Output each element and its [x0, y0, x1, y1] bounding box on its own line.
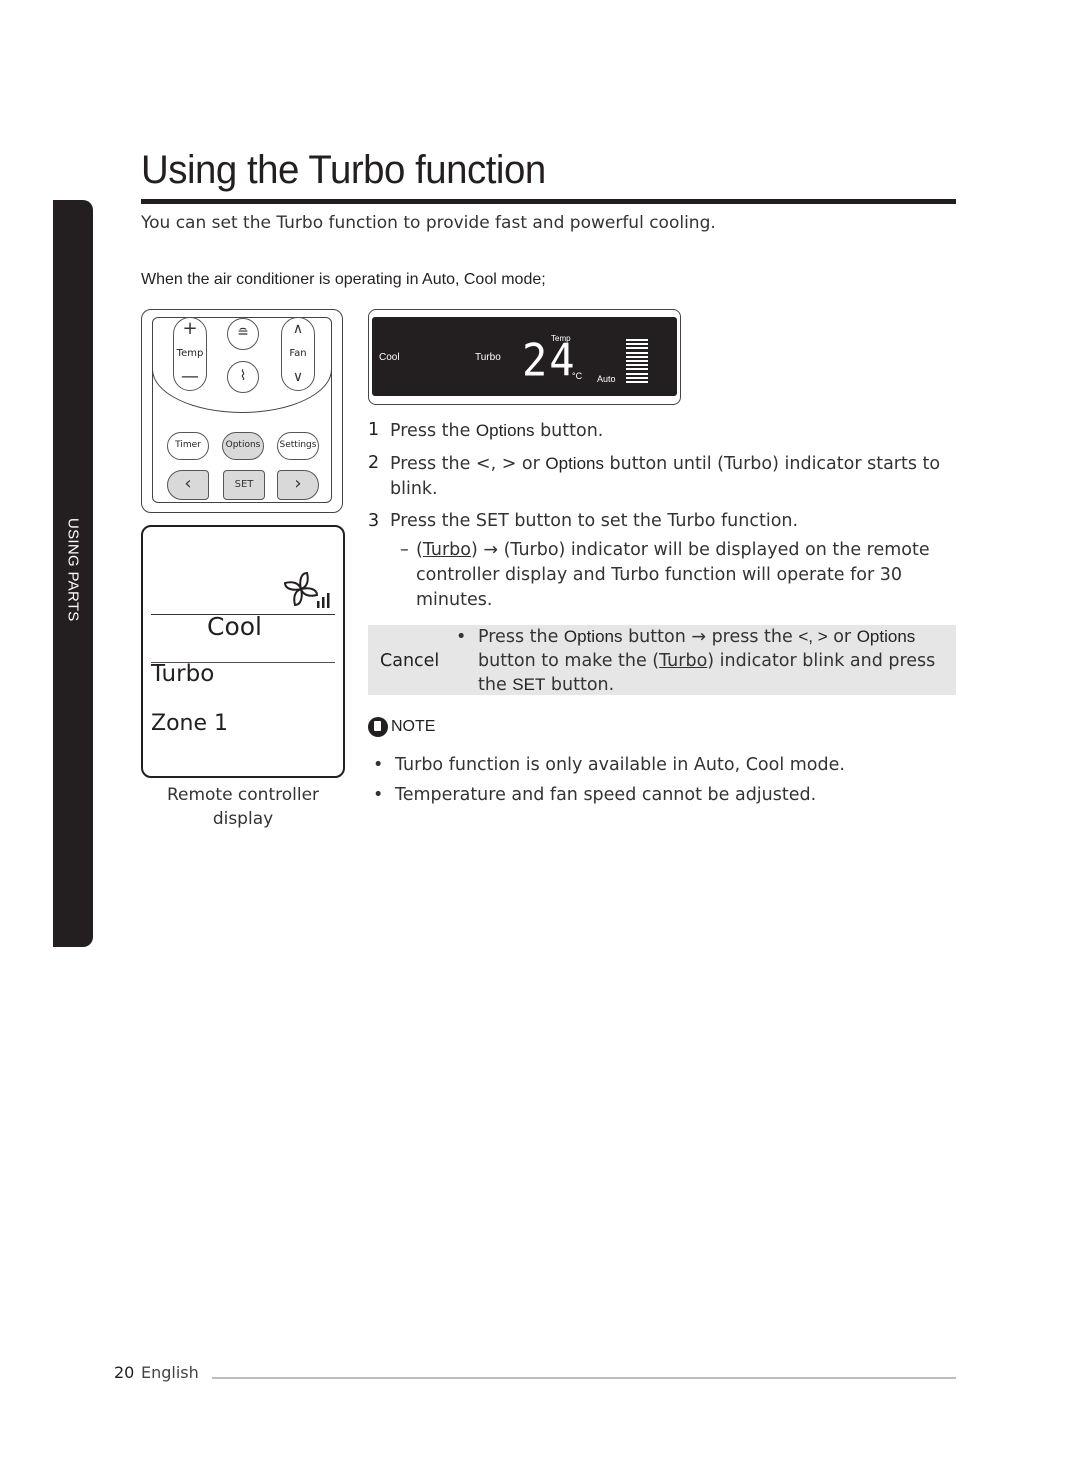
timer-button: Timer — [167, 432, 209, 460]
page-number: 20 — [114, 1363, 135, 1382]
note-list: • Turbo function is only available in Aut… — [368, 750, 958, 810]
options-term: Options — [475, 421, 535, 440]
remote-controller-illustration: + Temp — ≘ ⌇ ∧ Fan ∨ Timer Options Setti… — [141, 309, 343, 513]
fan-label: Fan — [289, 348, 307, 359]
options-term: Options — [856, 627, 916, 646]
step-text: Press the SET button to set the Turbo fu… — [390, 511, 799, 531]
temp-label: Temp — [176, 348, 204, 359]
step-number: 2 — [368, 453, 380, 473]
step-item: 3 Press the SET button to set the Turbo … — [368, 509, 948, 534]
dash: – — [400, 540, 409, 560]
step-text: Press the — [390, 421, 476, 441]
minus-icon: — — [181, 366, 199, 387]
section-side-tab: USING PARTS — [53, 200, 93, 947]
display-zone: Zone 1 — [151, 711, 228, 736]
display-function: Turbo — [151, 661, 215, 687]
cancel-text: button → press the — [622, 627, 799, 647]
turbo-term: Turbo — [422, 540, 471, 560]
note-item: • Temperature and fan speed cannot be adj… — [373, 785, 817, 805]
remote-display-illustration: Cool Turbo Zone 1 — [141, 525, 345, 778]
lcd-function: Turbo — [475, 352, 501, 363]
footer-language: English — [141, 1363, 199, 1382]
step-text: button. — [534, 421, 604, 441]
swing-icon: ≘ — [237, 325, 249, 341]
cancel-instructions: • Press the Options button → press the <… — [456, 625, 948, 697]
note-text: Temperature and fan speed cannot be adju… — [395, 785, 817, 805]
set-button: SET — [223, 470, 265, 500]
right-button: › — [277, 470, 319, 500]
fan-level-bars-icon — [626, 339, 648, 385]
cancel-text: Press the — [478, 627, 564, 647]
caption-line: Remote controller — [166, 785, 320, 805]
plus-icon: + — [182, 318, 198, 339]
fan-button: ∧ Fan ∨ — [281, 317, 315, 391]
cancel-text: button. — [545, 675, 615, 695]
chevron-left-icon: ‹ — [184, 473, 192, 494]
step-3-detail: – (Turbo) → (Turbo) indicator will be di… — [368, 538, 948, 613]
paren: ( — [416, 540, 423, 560]
set-term: SET — [512, 675, 546, 694]
windfree-button: ⌇ — [227, 361, 259, 393]
indoor-unit-display: Cool Turbo Temp 24 °C Auto — [368, 309, 681, 405]
fan-speed-icon — [283, 571, 330, 608]
intro-text: You can set the Turbo function to provid… — [141, 213, 716, 233]
lcd-panel: Cool Turbo Temp 24 °C Auto — [372, 317, 677, 396]
temp-button: + Temp — — [173, 317, 207, 391]
footer-rule — [212, 1377, 956, 1379]
step-item: 2 Press the <, > or Options button until… — [368, 451, 948, 502]
section-label: USING PARTS — [64, 518, 82, 622]
note-item: • Turbo function is only available in Aut… — [373, 755, 845, 775]
left-button: ‹ — [167, 470, 209, 500]
cancel-text: button to make the ( — [478, 651, 660, 671]
chevron-down-icon: ∨ — [292, 369, 304, 385]
options-term: Options — [563, 627, 623, 646]
options-button: Options — [222, 432, 264, 460]
detail-text: ) → (Turbo) indicator will be displayed … — [416, 540, 930, 610]
remote-button-panel: + Temp — ≘ ⌇ ∧ Fan ∨ Timer Options Setti… — [152, 317, 332, 503]
lcd-fan: Auto — [597, 374, 616, 384]
chevron-right-icon: › — [294, 473, 302, 494]
arrow-keys-term: <, > — [798, 627, 828, 646]
cancel-info-box: Cancel • Press the Options button → pres… — [368, 625, 956, 695]
steps-list: 1 Press the Options button. 2 Press the … — [368, 418, 948, 613]
display-mode: Cool — [207, 612, 262, 641]
cancel-label: Cancel — [380, 651, 440, 671]
caption-line: display — [212, 809, 274, 829]
step-item: 1 Press the Options button. — [368, 418, 948, 444]
cancel-text: or — [827, 627, 857, 647]
step-number: 1 — [368, 420, 380, 440]
chevron-up-icon: ∧ — [292, 321, 304, 337]
options-term: Options — [545, 454, 604, 473]
condition-text: When the air conditioner is operating in… — [141, 271, 546, 288]
bullet: • — [456, 627, 467, 647]
note-icon — [368, 717, 388, 737]
note-heading: NOTE — [368, 717, 435, 737]
windfree-icon: ⌇ — [239, 368, 247, 384]
remote-display-caption: Remote controller display — [141, 783, 345, 831]
page-title: Using the Turbo function — [141, 148, 546, 192]
swing-button: ≘ — [227, 318, 259, 350]
settings-button: Settings — [277, 432, 319, 460]
lcd-mode: Cool — [379, 352, 400, 363]
step-text: Press the <, > or — [390, 454, 546, 474]
title-rule — [141, 199, 956, 204]
lcd-unit: °C — [572, 371, 583, 381]
turbo-term: Turbo — [659, 651, 708, 671]
lcd-temperature: 24 — [522, 334, 577, 387]
note-text: Turbo function is only available in Auto… — [395, 755, 845, 775]
note-title: NOTE — [391, 718, 436, 735]
step-number: 3 — [368, 511, 380, 531]
